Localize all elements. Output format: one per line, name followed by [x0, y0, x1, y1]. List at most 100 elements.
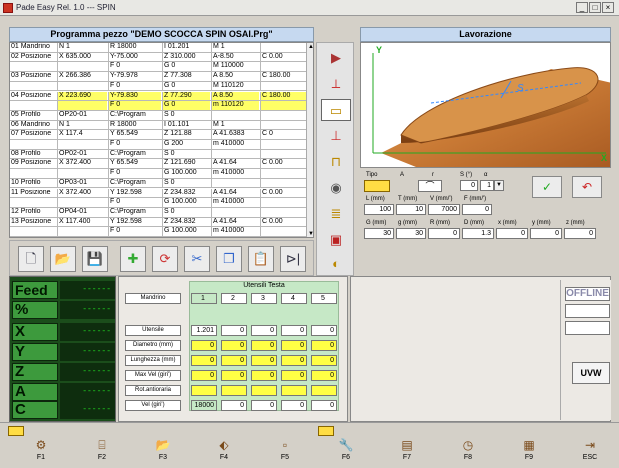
program-row[interactable]: 05 Profilo OP20-01 C:\Program S 0: [10, 110, 306, 121]
folder-icon[interactable]: [8, 426, 24, 436]
function-key-f3[interactable]: 📂 F3: [134, 437, 192, 467]
program-row[interactable]: F 0G 200 m 410000: [10, 140, 306, 150]
undo-button[interactable]: ↶: [572, 176, 602, 198]
close-button[interactable]: ×: [602, 2, 614, 13]
tool-param-value[interactable]: 0: [191, 355, 217, 366]
program-row[interactable]: F 0G 0M 110120: [10, 81, 306, 92]
tool-param-value[interactable]: 0: [191, 370, 217, 381]
tool-param-value[interactable]: 0: [311, 355, 337, 366]
tool-param-value[interactable]: 0: [311, 370, 337, 381]
new-file-icon[interactable]: 🗋: [18, 246, 44, 272]
fixture-icon[interactable]: ⊓: [321, 151, 351, 173]
tool-number[interactable]: 2: [221, 293, 247, 304]
rotation-checkbox[interactable]: [281, 385, 307, 396]
function-key-f9[interactable]: ▦ F9: [500, 437, 558, 467]
scroll-down-icon[interactable]: ▼: [307, 230, 313, 237]
alpha-field[interactable]: 1: [480, 180, 494, 191]
axes-icon[interactable]: ⟂: [321, 73, 351, 95]
tool-number[interactable]: 3: [251, 293, 277, 304]
program-row[interactable]: 07 Posizione X 117.4 Y 65.549 Z 121.88 A 41.…: [10, 130, 306, 140]
program-row[interactable]: F 0G 100.000 m 410000: [10, 198, 306, 208]
cut-icon[interactable]: ✂: [184, 246, 210, 272]
program-row[interactable]: 08 Profilo OP02-01 C:\Program S 0: [10, 149, 306, 160]
tool-param-value[interactable]: 0: [281, 325, 307, 336]
tool-param-value[interactable]: 0: [251, 370, 277, 381]
tool-param-value[interactable]: 0: [281, 355, 307, 366]
tipo-selector[interactable]: [364, 180, 390, 192]
tool-param-value[interactable]: 0: [221, 325, 247, 336]
chevron-down-icon[interactable]: ▼: [494, 180, 504, 191]
tool-param-value[interactable]: 0: [311, 400, 337, 411]
function-key-f4[interactable]: ⬖ F4: [195, 437, 253, 467]
program-row[interactable]: 02 Posizione X 635.000 Y-75.000 Z 310.000 A-…: [10, 52, 306, 63]
program-row[interactable]: 01 Mandrino N 1R 18000 I 01.201 M 1: [10, 43, 306, 53]
function-key-esc[interactable]: ⇥ ESC: [561, 437, 619, 467]
function-key-f5[interactable]: ▫ F5: [256, 437, 314, 467]
tool-param-value[interactable]: 0: [281, 370, 307, 381]
save-icon[interactable]: 💾: [82, 246, 108, 272]
program-row[interactable]: 06 Mandrino N 1R 18000 I 01.101 M 1: [10, 120, 306, 131]
function-key-f6[interactable]: 🔧 F6: [317, 437, 375, 467]
g-small-field[interactable]: 30: [396, 228, 426, 239]
function-key-f1[interactable]: ⚙ F1: [12, 437, 70, 467]
program-table[interactable]: ▲ ▼ 01 Mandrino N 1R 18000 I 01.201 M 1 02 P…: [9, 42, 314, 238]
g-field[interactable]: 30: [364, 228, 394, 239]
tool-param-value[interactable]: 0: [251, 400, 277, 411]
arrow-right-icon[interactable]: ▶: [321, 47, 351, 69]
radius-field[interactable]: 0: [428, 228, 460, 239]
refresh-icon[interactable]: ⟳: [152, 246, 178, 272]
x-field[interactable]: 0: [496, 228, 528, 239]
maximize-button[interactable]: □: [589, 2, 601, 13]
program-row[interactable]: 04 Posizione X 223.690 Y-79.830 Z 77.290 A 8…: [10, 91, 306, 102]
v-field[interactable]: 7000: [428, 204, 460, 215]
tool-param-value[interactable]: 0: [191, 340, 217, 351]
program-row[interactable]: 13 Posizione X 117.400 Y 192.598 Z 234.832 A…: [10, 217, 306, 228]
copy-icon[interactable]: ❐: [216, 246, 242, 272]
pocket-icon[interactable]: ▭: [321, 99, 351, 121]
iso-code-icon[interactable]: ◐: [321, 253, 351, 275]
tool-number[interactable]: 5: [311, 293, 337, 304]
f-field[interactable]: 0: [462, 204, 492, 215]
tool-param-value[interactable]: 1.201: [191, 325, 217, 336]
drill-icon[interactable]: ⊥: [321, 125, 351, 147]
scroll-up-icon[interactable]: ▲: [307, 43, 313, 52]
function-key-f7[interactable]: ▤ F7: [378, 437, 436, 467]
l-field[interactable]: 100: [364, 204, 394, 215]
tool-param-value[interactable]: 0: [311, 340, 337, 351]
tool-param-value[interactable]: 0: [281, 400, 307, 411]
confirm-button[interactable]: ✓: [532, 176, 562, 198]
arc-icon[interactable]: ⌒: [418, 180, 442, 192]
t-field[interactable]: 10: [396, 204, 426, 215]
tool-param-value[interactable]: 0: [281, 340, 307, 351]
program-row[interactable]: F 0G 0M 110000: [10, 62, 306, 73]
step-icon[interactable]: ⊳|: [280, 246, 306, 272]
rotation-checkbox[interactable]: [251, 385, 277, 396]
tool-param-value[interactable]: 18000: [191, 400, 217, 411]
minimize-button[interactable]: _: [576, 2, 588, 13]
function-key-f8[interactable]: ◷ F8: [439, 437, 497, 467]
tool-param-value[interactable]: 0: [251, 355, 277, 366]
r-field[interactable]: 0: [460, 180, 478, 191]
tool-param-value[interactable]: 0: [221, 355, 247, 366]
tool-param-value[interactable]: 0: [311, 325, 337, 336]
rotation-checkbox[interactable]: [191, 385, 217, 396]
program-row[interactable]: F 0G 100.000 m 410000: [10, 227, 306, 237]
tool-param-value[interactable]: 0: [221, 370, 247, 381]
tool-param-value[interactable]: 0: [251, 325, 277, 336]
z-field[interactable]: 0: [564, 228, 596, 239]
add-icon[interactable]: ✚: [120, 246, 146, 272]
tool-param-value[interactable]: 0: [221, 340, 247, 351]
program-row[interactable]: F 0G 100.000 m 410000: [10, 169, 306, 179]
tool-number[interactable]: 1: [191, 293, 217, 304]
program-row[interactable]: 11 Posizione X 372.400 Y 192.598 Z 234.832 A…: [10, 188, 306, 199]
tool-param-value[interactable]: 0: [251, 340, 277, 351]
program-row[interactable]: F 0G 0m 110120: [10, 101, 306, 111]
program-row[interactable]: 09 Posizione X 372.400 Y 65.549 Z 121.690 A …: [10, 159, 306, 170]
layers-icon[interactable]: ≣: [321, 203, 351, 225]
program-row[interactable]: 12 Profilo OP04-01 C:\Program S 0: [10, 207, 306, 218]
folder-icon[interactable]: [318, 426, 334, 436]
tool-number[interactable]: 4: [281, 293, 307, 304]
open-folder-icon[interactable]: 📂: [50, 246, 76, 272]
rotation-checkbox[interactable]: [221, 385, 247, 396]
paste-icon[interactable]: 📋: [248, 246, 274, 272]
